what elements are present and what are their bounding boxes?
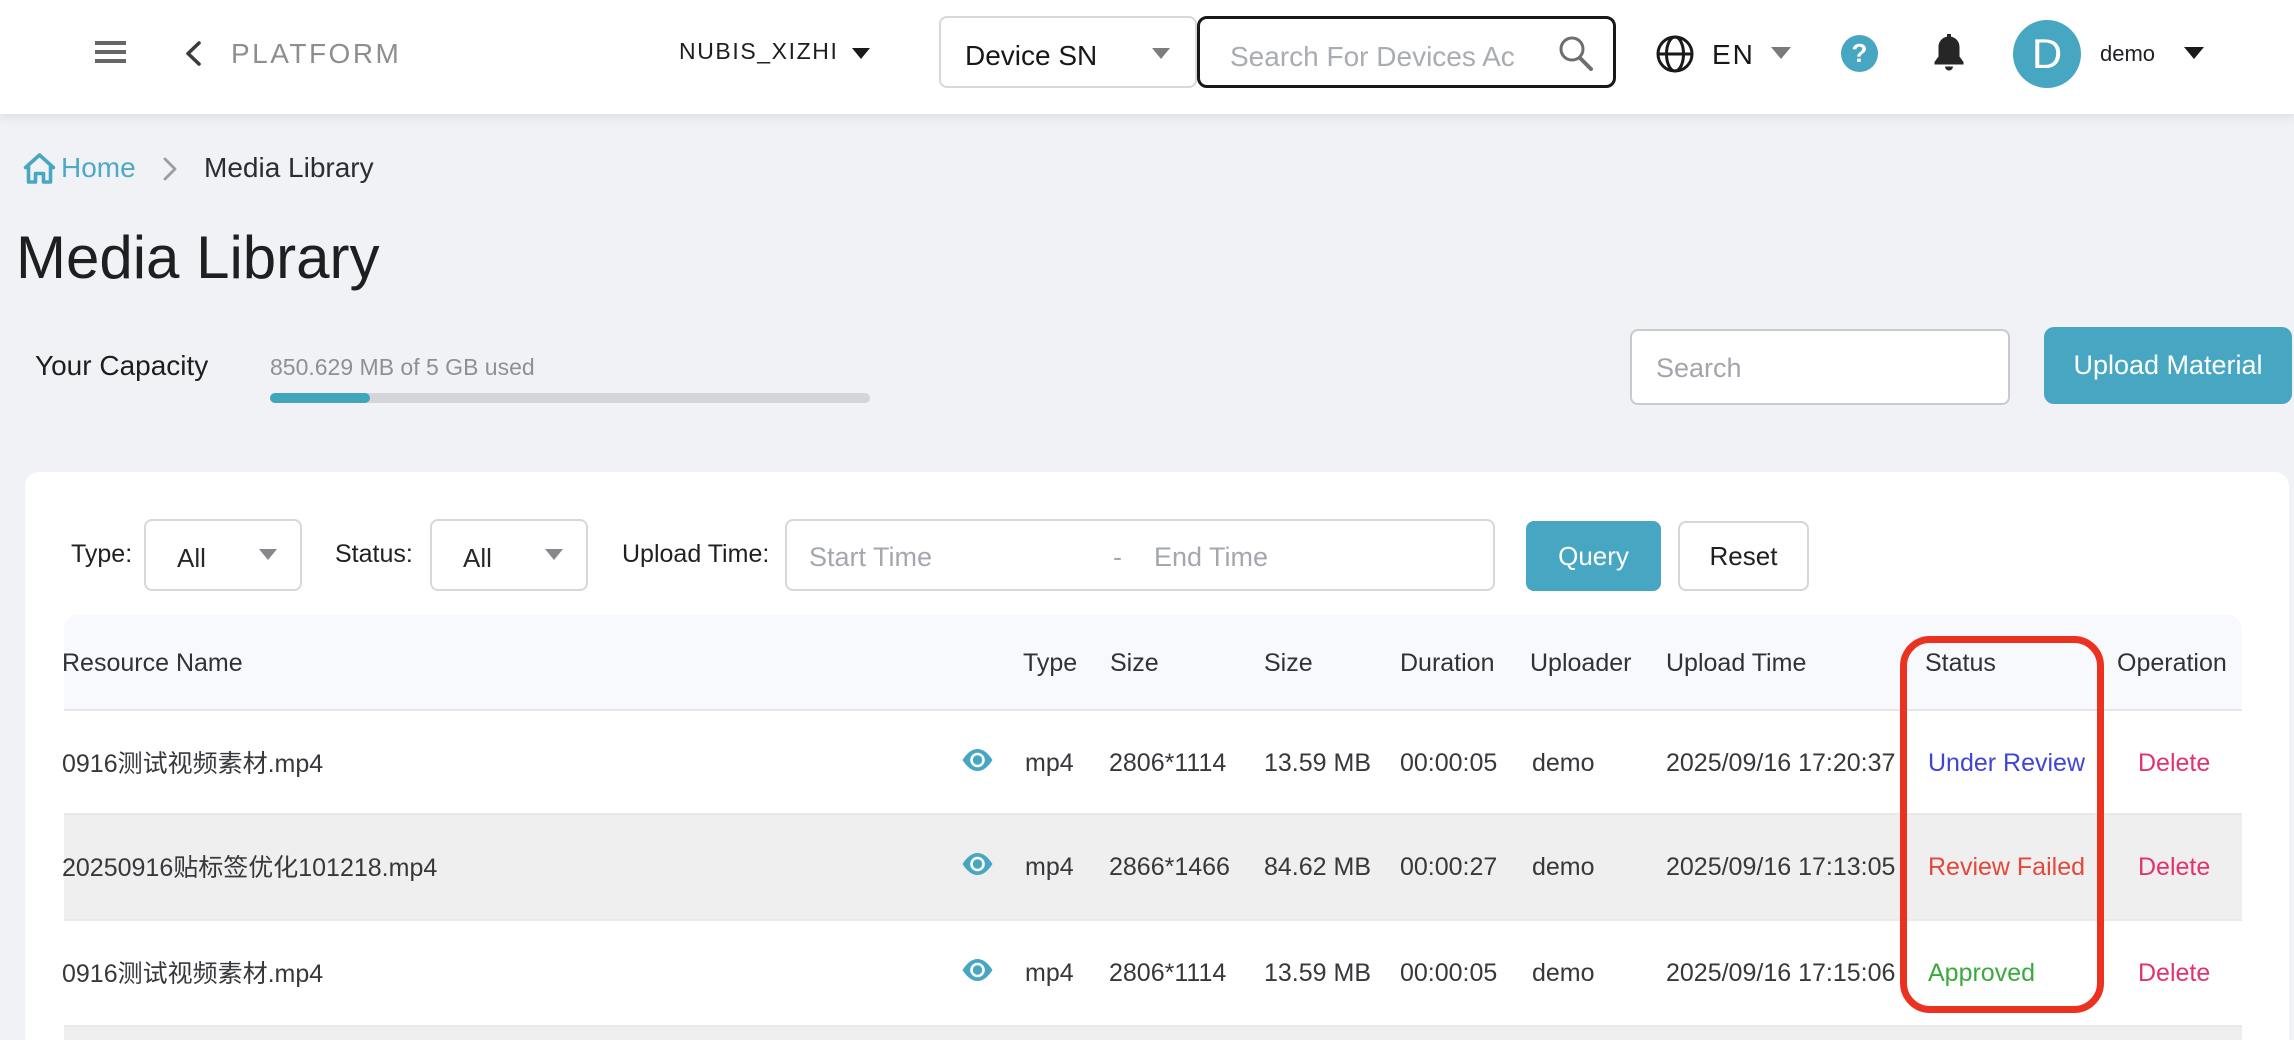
svg-text:.mp4: .mp4 bbox=[268, 750, 324, 778]
svg-text:.mp4: .mp4 bbox=[268, 960, 324, 988]
svg-text:0916: 0916 bbox=[62, 750, 118, 778]
svg-text:20250916: 20250916 bbox=[62, 854, 173, 882]
svg-text:0916: 0916 bbox=[62, 960, 118, 988]
svg-text:101218.mp4: 101218.mp4 bbox=[298, 854, 437, 882]
